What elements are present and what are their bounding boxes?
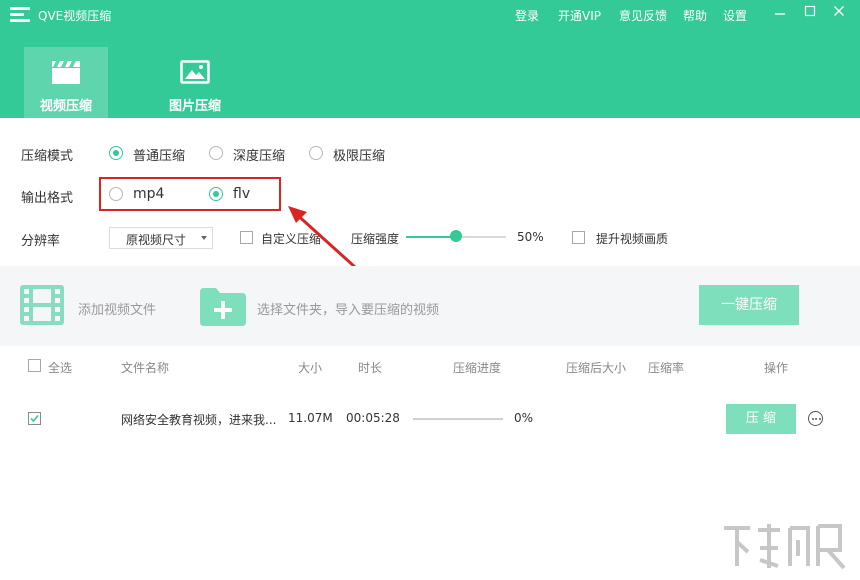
mode-extreme-label[interactable]: 极限压缩 [333, 145, 385, 164]
file-name: 网络安全教育视频，进来我... [121, 413, 277, 427]
enhance-quality-label[interactable]: 提升视频画质 [596, 230, 668, 247]
app-header: QVE视频压缩 登录 开通VIP 意见反馈 帮助 设置 视频压缩 图片压缩 [0, 0, 860, 118]
format-label: 输出格式 [21, 191, 74, 206]
slider-handle[interactable] [450, 230, 462, 242]
enhance-quality-checkbox[interactable] [572, 231, 585, 244]
resolution-value: 原视频尺寸 [126, 233, 187, 247]
progress-value: 0% [514, 411, 534, 425]
compress-button[interactable]: 压 缩 [726, 404, 796, 434]
folder-add-icon[interactable] [200, 288, 246, 330]
mode-deep-radio[interactable] [209, 146, 223, 160]
tab-image-compress[interactable]: 图片压缩 [153, 47, 237, 118]
annotation-highlight-box [99, 177, 281, 211]
header-ratio: 压缩率 [648, 361, 685, 375]
settings-link[interactable]: 设置 [723, 7, 747, 24]
progress-bar [413, 418, 503, 420]
select-folder-button[interactable]: 选择文件夹，导入要压缩的视频 [257, 299, 439, 318]
minimize-icon[interactable] [771, 5, 789, 23]
add-video-button[interactable]: 添加视频文件 [78, 299, 156, 318]
file-duration: 00:05:28 [346, 411, 400, 425]
custom-compress-checkbox[interactable] [240, 231, 253, 244]
feedback-link[interactable]: 意见反馈 [619, 7, 667, 24]
header-name: 文件名称 [121, 361, 170, 375]
format-flv-radio[interactable] [209, 187, 223, 201]
header-duration: 时长 [358, 361, 383, 375]
row-checkbox[interactable] [28, 412, 41, 425]
maximize-icon[interactable] [801, 5, 819, 23]
help-link[interactable]: 帮助 [683, 7, 707, 24]
more-options-icon[interactable] [808, 411, 823, 426]
video-clapper-icon [51, 59, 81, 85]
select-all-label[interactable]: 全选 [48, 359, 72, 376]
app-logo-icon [10, 7, 30, 23]
app-title: QVE视频压缩 [38, 9, 112, 23]
close-icon[interactable] [830, 5, 848, 23]
format-mp4-radio[interactable] [109, 187, 123, 201]
login-link[interactable]: 登录 [515, 7, 539, 24]
header-size-after: 压缩后大小 [566, 361, 627, 375]
header-progress: 压缩进度 [453, 361, 502, 375]
film-strip-icon[interactable] [20, 285, 64, 329]
tab-label: 视频压缩 [39, 99, 92, 114]
select-all-checkbox[interactable] [28, 359, 41, 372]
mode-normal-label[interactable]: 普通压缩 [133, 145, 185, 164]
compress-all-button[interactable]: 一键压缩 [699, 285, 799, 325]
title-bar: QVE视频压缩 登录 开通VIP 意见反馈 帮助 设置 [0, 0, 860, 30]
tab-label: 图片压缩 [168, 99, 221, 114]
format-flv-label[interactable]: flv [233, 186, 250, 202]
chevron-down-icon [201, 236, 207, 240]
mode-label: 压缩模式 [21, 149, 74, 164]
resolution-select[interactable]: 原视频尺寸 [109, 227, 213, 249]
format-mp4-label[interactable]: mp4 [133, 186, 164, 202]
header-action: 操作 [764, 361, 789, 375]
mode-extreme-radio[interactable] [309, 146, 323, 160]
mode-deep-label[interactable]: 深度压缩 [233, 145, 285, 164]
file-size: 11.07M [288, 411, 333, 425]
image-icon [180, 59, 210, 85]
slider-fill [406, 236, 456, 238]
header-size: 大小 [298, 361, 323, 375]
watermark-logo [724, 524, 846, 570]
resolution-label: 分辨率 [21, 234, 61, 249]
strength-value: 50% [517, 230, 544, 244]
vip-link[interactable]: 开通VIP [558, 7, 601, 24]
tab-video-compress[interactable]: 视频压缩 [24, 47, 108, 118]
mode-normal-radio[interactable] [109, 146, 123, 160]
